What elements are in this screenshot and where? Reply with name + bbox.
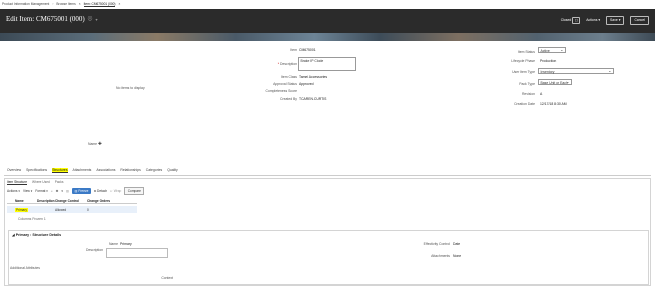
col-name[interactable]: Name — [7, 199, 37, 203]
breadcrumb-separator: › — [52, 2, 54, 6]
pack-type-select[interactable]: Base Unit or Each — [538, 79, 572, 85]
cell-name: Primary — [7, 207, 37, 212]
effectivity-value: Date — [453, 242, 461, 246]
attachments-value: None — [453, 254, 462, 258]
view-menu[interactable]: View ▾ — [23, 189, 32, 193]
created-by-label: Created By — [280, 97, 297, 101]
subtab-packs[interactable]: Packs — [55, 180, 64, 185]
breadcrumb: Product Information Management › Browse … — [2, 1, 120, 7]
context-label: Context — [161, 276, 173, 280]
tab-categories[interactable]: Categories — [146, 168, 162, 173]
pack-type-label: Pack Type — [519, 82, 535, 86]
cell-change-orders: 0 — [87, 207, 89, 212]
tab-attachments[interactable]: Attachments — [73, 168, 92, 173]
user-item-type-select[interactable]: Inventory — [538, 68, 614, 74]
save-button[interactable]: Save ▾ — [606, 16, 625, 25]
actions-menu-button[interactable]: Actions ▾ — [586, 18, 600, 22]
tab-associations[interactable]: Associations — [96, 168, 115, 173]
page-title-wrap: Edit Item: CM675001 (000) ⓘ + — [6, 15, 98, 23]
info-icon[interactable]: ⓘ — [88, 16, 93, 22]
attachments-label: Attachments — [431, 254, 450, 258]
header-banner — [0, 33, 655, 41]
tab-structures[interactable]: Structures — [52, 168, 68, 173]
additional-attributes-label: Additional Attributes — [10, 266, 40, 270]
close-icon[interactable]: × — [79, 2, 81, 6]
tab-quality[interactable]: Quality — [167, 168, 178, 173]
tab-relationships[interactable]: Relationships — [120, 168, 140, 173]
item-status-select[interactable]: Active — [538, 47, 566, 53]
structure-details-title[interactable]: ◢ Primary : Structure Details — [12, 233, 61, 237]
created-by-value: TCAREN.CURTIS — [299, 97, 327, 101]
completeness-label: Completeness Score — [265, 89, 297, 93]
approval-status-label: Approval Status — [273, 82, 297, 86]
add-row-icon[interactable]: ✚ — [56, 189, 59, 193]
item-label: Item — [290, 48, 297, 52]
format-menu[interactable]: Format ▾ — [35, 189, 48, 193]
details-description-field[interactable] — [106, 248, 168, 258]
page-title: Edit Item: CM675001 (000) — [6, 15, 85, 23]
compare-button[interactable]: Compare — [124, 187, 145, 195]
actions-menu[interactable]: Actions ▾ — [7, 189, 20, 193]
creation-date-value: 12/17/18 8:30 AM — [540, 102, 567, 106]
lifecycle-label: Lifecycle Phase — [511, 59, 535, 63]
breadcrumb-item[interactable]: Item: CM675001 (000) — [83, 2, 116, 7]
table-toolbar: Actions ▾ View ▾ Format ▾ ⌕ ✚ ▾ ▥ ▥ Free… — [7, 187, 145, 195]
subtab-where-used[interactable]: Where Used — [32, 180, 50, 185]
item-value: CM675001 — [299, 48, 316, 52]
item-class-label: Item Class — [280, 75, 297, 79]
item-status-label: Item Status — [517, 50, 535, 54]
no-items-text: No items to display — [116, 86, 145, 90]
query-icon[interactable]: ⌕ — [51, 189, 53, 193]
subtab-bar: Item Structure Where Used Packs — [7, 180, 63, 185]
row-name-link[interactable]: Primary — [15, 207, 28, 212]
closed-toggle[interactable]: Closed ☐ — [561, 16, 581, 24]
col-description[interactable]: Description — [37, 199, 55, 203]
tab-overview[interactable]: Overview — [7, 168, 21, 173]
name-field: Name ✚ — [88, 141, 102, 147]
close-icon[interactable]: × — [118, 2, 120, 6]
breadcrumb-browse-items[interactable]: Browse Items — [56, 2, 75, 6]
creation-date-label: Creation Date — [514, 102, 535, 106]
user-item-type-label: User Item Type — [512, 70, 535, 74]
wrap-button[interactable]: ↵ Wrap — [110, 189, 121, 193]
approval-status-value: Approved — [299, 82, 314, 86]
collapse-icon: ◢ — [12, 233, 15, 237]
page-header: Edit Item: CM675001 (000) ⓘ + Closed ☐ A… — [0, 9, 655, 33]
tab-divider — [4, 175, 651, 176]
chevron-down-icon[interactable]: ▾ — [61, 189, 63, 193]
table-row[interactable]: Primary Allowed 0 — [7, 206, 137, 213]
add-icon[interactable]: + — [95, 17, 98, 22]
item-class-value: Tamei Accessories — [299, 75, 328, 79]
table-header: Name Description Change Control Change O… — [7, 199, 137, 204]
subtab-item-structure[interactable]: Item Structure — [7, 180, 28, 185]
col-change-control[interactable]: Change Control — [55, 199, 87, 203]
structure-details-section — [8, 230, 649, 285]
tab-bar: Overview Specifications Structures Attac… — [7, 168, 178, 173]
columns-frozen-text: Columns Frozen 1 — [18, 217, 46, 221]
revision-value: A — [540, 92, 543, 96]
grid-icon[interactable]: ▥ — [66, 189, 69, 193]
details-description-label: Description — [86, 248, 103, 252]
details-name-value: Primary — [120, 242, 132, 246]
effectivity-label: Effectivity Control — [423, 242, 450, 246]
description-label: * Description — [277, 62, 297, 66]
col-change-orders[interactable]: Change Orders — [87, 199, 117, 203]
description-field[interactable]: Brake IP Clode — [298, 57, 356, 71]
cancel-button[interactable]: Cancel — [630, 16, 649, 25]
revision-label: Revision — [521, 92, 535, 96]
add-icon[interactable]: ✚ — [98, 141, 102, 147]
cell-change-control: Allowed — [55, 207, 67, 212]
tab-specifications[interactable]: Specifications — [26, 168, 47, 173]
header-actions: Closed ☐ Actions ▾ Save ▾ Cancel — [561, 16, 649, 25]
freeze-button[interactable]: ▥ Freeze — [72, 188, 91, 194]
detach-button[interactable]: ⧉ Detach — [94, 189, 107, 193]
details-name-label: Name — [108, 242, 118, 246]
breadcrumb-pim[interactable]: Product Information Management — [2, 2, 49, 6]
lifecycle-value: Production — [540, 59, 557, 63]
